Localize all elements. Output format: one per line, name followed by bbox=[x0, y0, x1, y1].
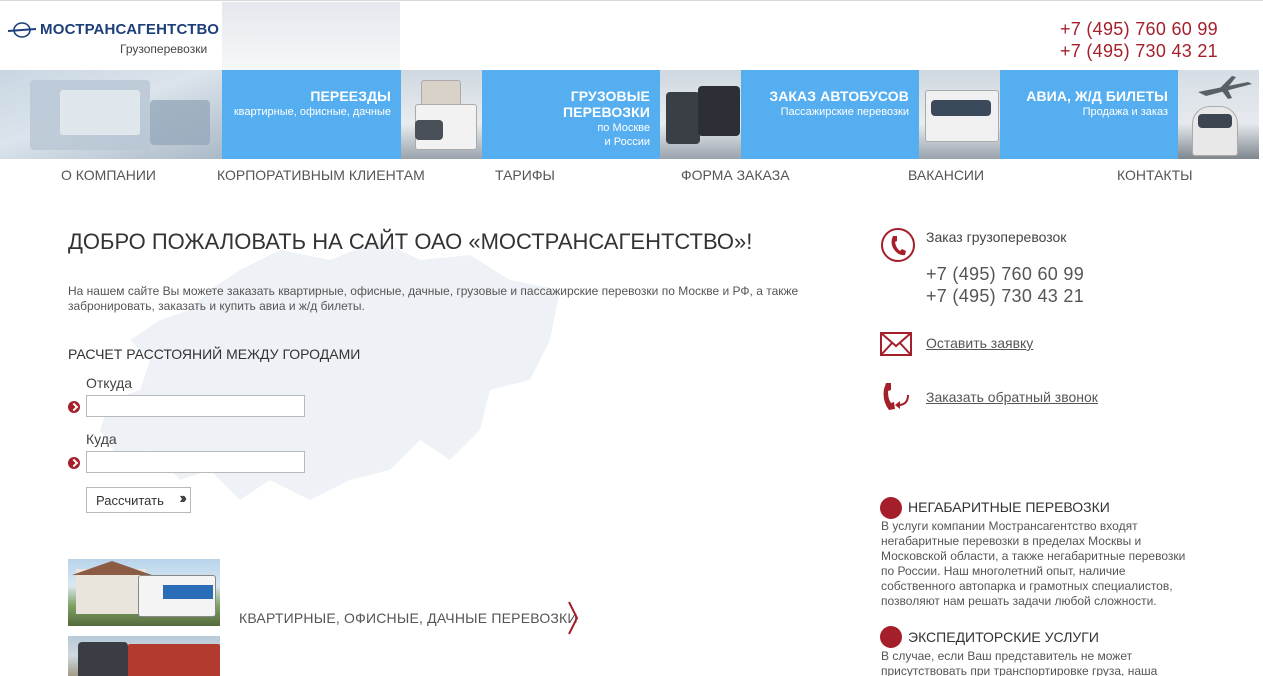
nav-contacts[interactable]: КОНТАКТЫ bbox=[1117, 167, 1193, 183]
header: МОСТРАНСАГЕНТСТВО Грузоперевозки +7 (495… bbox=[0, 0, 1263, 70]
banner-cargo-subtitle-2: и России bbox=[604, 136, 650, 148]
header-sky-image bbox=[222, 2, 400, 70]
forwarding-services-title[interactable]: ЭКСПЕДИТОРСКИЕ УСЛУГИ bbox=[908, 629, 1099, 645]
page-title: ДОБРО ПОЖАЛОВАТЬ НА САЙТ ОАО «МОСТРАНСАГ… bbox=[68, 229, 753, 254]
oversized-cargo-title[interactable]: НЕГАБАРИТНЫЕ ПЕРЕВОЗКИ bbox=[908, 499, 1110, 515]
from-input[interactable] bbox=[86, 395, 305, 417]
forwarding-services-text: В случае, если Ваш представитель не може… bbox=[881, 649, 1158, 676]
oversized-cargo-icon bbox=[880, 497, 902, 519]
calculate-button-label: Рассчитать bbox=[96, 492, 164, 508]
calculate-button[interactable]: Рассчитать ›› bbox=[86, 487, 191, 513]
banner-cargo-image[interactable] bbox=[660, 70, 741, 159]
banner-trucks-image bbox=[0, 70, 222, 159]
banner-cargo[interactable]: ГРУЗОВЫЕ ПЕРЕВОЗКИ по Москве и России bbox=[482, 70, 660, 159]
banner-tickets[interactable]: АВИА, Ж/Д БИЛЕТЫ Продажа и заказ bbox=[1000, 70, 1178, 159]
services-banner: ПЕРЕЕЗДЫ квартирные, офисные, дачные ГРУ… bbox=[0, 70, 1263, 159]
nav-corporate[interactable]: КОРПОРАТИВНЫМ КЛИЕНТАМ bbox=[217, 167, 425, 183]
intro-text: На нашем сайте Вы можете заказать кварти… bbox=[68, 284, 799, 313]
logo-title: МОСТРАНСАГЕНТСТВО bbox=[40, 21, 220, 38]
banner-moving-title: ПЕРЕЕЗДЫ bbox=[310, 88, 391, 104]
banner-buses[interactable]: ЗАКАЗ АВТОБУСОВ Пассажирские перевозки bbox=[741, 70, 919, 159]
oversized-cargo-text: В услуги компании Мострансагентство вход… bbox=[881, 519, 1186, 608]
right-phone-2: +7 (495) 730 43 21 bbox=[926, 286, 1085, 306]
order-cargo-title: Заказ грузоперевозок bbox=[926, 229, 1067, 245]
phone-icon bbox=[881, 228, 915, 262]
to-bullet-icon bbox=[68, 457, 80, 469]
callback-link[interactable]: Заказать обратный звонок bbox=[926, 389, 1098, 405]
moving-service-image[interactable] bbox=[68, 559, 220, 626]
banner-buses-image[interactable] bbox=[919, 70, 1000, 159]
nav-about[interactable]: О КОМПАНИИ bbox=[61, 167, 156, 183]
header-phone-2: +7 (495) 730 43 21 bbox=[1059, 41, 1218, 61]
from-label: Откуда bbox=[86, 375, 133, 391]
chevron-right-icon[interactable] bbox=[566, 600, 580, 636]
callback-icon bbox=[883, 383, 909, 410]
nav-tariffs[interactable]: ТАРИФЫ bbox=[495, 167, 555, 183]
logo-plane-icon bbox=[8, 22, 36, 38]
header-phones: +7 (495) 760 60 99 +7 (495) 730 43 21 bbox=[1060, 18, 1218, 62]
nav-vacancies[interactable]: ВАКАНСИИ bbox=[908, 167, 984, 183]
envelope-icon bbox=[880, 332, 912, 356]
logo-subtitle: Грузоперевозки bbox=[120, 42, 208, 56]
banner-buses-title: ЗАКАЗ АВТОБУСОВ bbox=[769, 88, 909, 104]
to-input[interactable] bbox=[86, 451, 305, 473]
nav-order-form[interactable]: ФОРМА ЗАКАЗА bbox=[681, 167, 790, 183]
from-bullet-icon bbox=[68, 401, 80, 413]
right-phone-1: +7 (495) 760 60 99 bbox=[926, 264, 1085, 284]
banner-tickets-subtitle: Продажа и заказ bbox=[1082, 106, 1168, 118]
banner-buses-subtitle: Пассажирские перевозки bbox=[780, 106, 909, 118]
calc-title: РАСЧЕТ РАССТОЯНИЙ МЕЖДУ ГОРОДАМИ bbox=[68, 346, 361, 362]
banner-cargo-subtitle-1: по Москве bbox=[597, 122, 650, 134]
banner-moving-subtitle: квартирные, офисные, дачные bbox=[233, 106, 391, 118]
banner-tickets-title: АВИА, Ж/Д БИЛЕТЫ bbox=[1026, 88, 1168, 104]
to-label: Куда bbox=[86, 431, 117, 447]
double-chevron-icon: ›› bbox=[179, 490, 186, 507]
header-phone-1: +7 (495) 760 60 99 bbox=[1059, 19, 1218, 39]
banner-tickets-image[interactable] bbox=[1178, 70, 1259, 159]
banner-cargo-title: ГРУЗОВЫЕ ПЕРЕВОЗКИ bbox=[562, 88, 650, 120]
airplane-icon bbox=[1198, 76, 1252, 99]
banner-moving-image[interactable] bbox=[401, 70, 482, 159]
cargo-service-image[interactable] bbox=[68, 636, 220, 676]
banner-moving[interactable]: ПЕРЕЕЗДЫ квартирные, офисные, дачные bbox=[222, 70, 401, 159]
forwarding-services-icon bbox=[880, 626, 902, 648]
leave-request-link[interactable]: Оставить заявку bbox=[926, 335, 1033, 351]
moving-service-link[interactable]: КВАРТИРНЫЕ, ОФИСНЫЕ, ДАЧНЫЕ ПЕРЕВОЗКИ bbox=[239, 610, 578, 626]
logo[interactable]: МОСТРАНСАГЕНТСТВО Грузоперевозки bbox=[0, 2, 222, 70]
